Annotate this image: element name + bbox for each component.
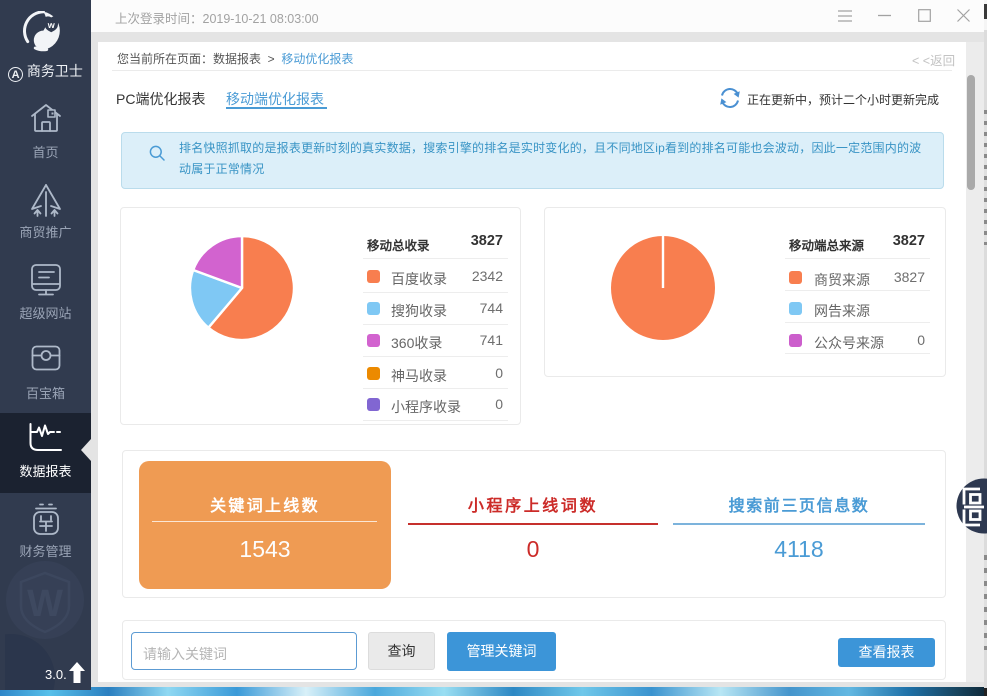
svg-text:W: W [27, 583, 63, 625]
svg-text:w: w [47, 20, 56, 30]
